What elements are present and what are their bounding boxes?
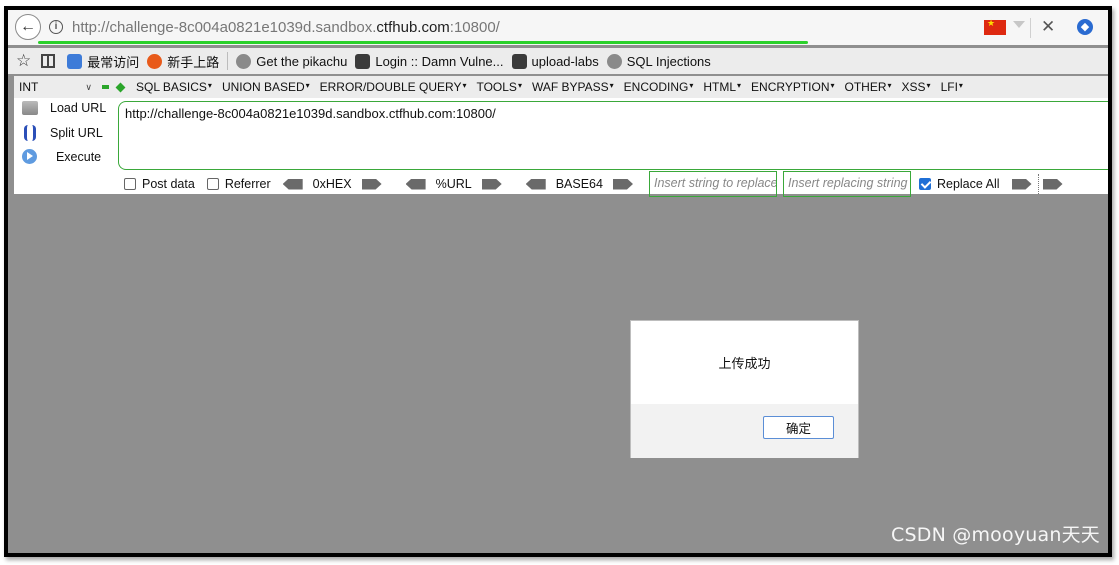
close-icon[interactable]: ✕ [1041, 17, 1055, 37]
checkbox-checked[interactable] [918, 178, 931, 190]
firefox-icon [147, 53, 163, 69]
browser-window: ← i http://challenge-8c004a0821e1039d.sa… [4, 6, 1112, 557]
replace-reverse-arrow-icon[interactable] [1042, 178, 1063, 190]
load-url-icon [22, 101, 38, 115]
load-url-button[interactable]: Load URL [22, 101, 106, 115]
menu-other[interactable]: OTHER▾ [845, 80, 892, 94]
bookmark-label: Login :: Damn Vulne... [375, 53, 504, 69]
extension-icon[interactable]: ◆ [1077, 19, 1093, 35]
url-encoding-label: %URL [435, 177, 472, 191]
library-icon[interactable] [41, 54, 56, 68]
china-flag-icon[interactable] [984, 18, 1006, 35]
encode-arrow-icon[interactable] [481, 178, 502, 190]
load-url-label: Load URL [50, 101, 107, 115]
divider [227, 52, 229, 70]
bookmark-getting-started[interactable]: 新手上路 [147, 52, 219, 71]
url-encoder: %URL [405, 177, 502, 191]
menu-error-double-query[interactable]: ERROR/DOUBLE QUERY▾ [320, 80, 467, 94]
replace-all-label: Replace All [936, 177, 1000, 191]
plus-icon[interactable] [115, 82, 126, 92]
hackbar-menu: INT ∨ SQL BASICS▾ UNION BASED▾ ERROR/DOUB… [14, 76, 1108, 98]
minus-icon[interactable] [102, 85, 109, 89]
info-icon[interactable]: i [49, 20, 63, 34]
hackbar-options: Post data Referrer 0xHEX %URL BASE64 Ins… [124, 171, 1063, 197]
star-icon[interactable]: ☆ [16, 51, 31, 71]
menu-html[interactable]: HTML▾ [703, 80, 741, 94]
referrer-checkbox[interactable]: Referrer [206, 177, 271, 191]
execute-icon [22, 149, 37, 164]
replace-arrow-icon[interactable] [1011, 178, 1032, 190]
bookmarks-bar: ☆ 最常访问 新手上路 Get the pikachu Login :: Dam… [8, 48, 1108, 74]
hex-encoder: 0xHEX [282, 177, 382, 191]
encode-arrow-icon[interactable] [361, 178, 382, 190]
chevron-down-icon: ∨ [85, 81, 92, 92]
post-data-checkbox[interactable]: Post data [124, 177, 195, 191]
decode-arrow-icon[interactable] [405, 178, 426, 190]
execute-label: Execute [55, 149, 102, 164]
split-url-label: Split URL [50, 126, 103, 140]
replace-string-input[interactable]: Insert string to replace [648, 171, 777, 197]
checkbox[interactable] [206, 178, 219, 190]
referrer-label: Referrer [224, 177, 271, 191]
url-path-text: http://challenge-8c004a0821e1039d.sandbo… [72, 19, 377, 36]
bookmark-sql-injections[interactable]: SQL Injections [606, 53, 711, 69]
globe-icon [236, 53, 252, 69]
url-port-text: :10800/ [449, 19, 500, 36]
hex-label: 0xHEX [312, 177, 352, 191]
menu-sql-basics[interactable]: SQL BASICS▾ [136, 80, 212, 94]
dialog-message: 上传成功 [718, 356, 771, 371]
bookmark-icon [67, 53, 83, 69]
watermark: CSDN @mooyuan天天 [891, 524, 1100, 546]
type-select[interactable]: INT ∨ [14, 78, 96, 96]
bookmark-label: SQL Injections [626, 53, 711, 69]
bookmark-label: 新手上路 [167, 54, 220, 70]
url-host-text: ctfhub.com [376, 19, 450, 36]
execute-button[interactable]: Execute [22, 149, 101, 164]
decode-arrow-icon[interactable] [525, 178, 546, 190]
post-data-label: Post data [142, 177, 195, 191]
type-select-value: INT [19, 80, 39, 94]
back-button[interactable]: ← [15, 14, 41, 40]
menu-lfi[interactable]: LFI▾ [941, 80, 963, 94]
url-textarea[interactable]: http://challenge-8c004a0821e1039d.sandbo… [118, 101, 1108, 170]
replace-all-checkbox[interactable]: Replace All [918, 177, 1000, 191]
menu-tools[interactable]: TOOLS▾ [476, 80, 521, 94]
dvwa-icon [355, 53, 371, 69]
dropdown-arrow-icon[interactable] [1013, 21, 1025, 28]
bookmark-most-visited[interactable]: 最常访问 [67, 52, 139, 71]
bookmark-label: upload-labs [531, 53, 599, 69]
menu-xss[interactable]: XSS▾ [902, 80, 931, 94]
bookmark-label: Get the pikachu [256, 53, 348, 69]
globe-icon [606, 53, 622, 69]
url-field[interactable]: http://challenge-8c004a0821e1039d.sandbo… [72, 19, 500, 36]
checkbox[interactable] [124, 178, 136, 190]
back-arrow-icon: ← [20, 18, 36, 35]
divider [1037, 174, 1039, 194]
decode-arrow-icon[interactable] [282, 178, 303, 190]
split-url-icon [24, 125, 36, 141]
menu-encoding[interactable]: ENCODING▾ [624, 80, 694, 94]
replacing-string-input[interactable]: Insert replacing string [782, 171, 911, 197]
bookmark-upload-labs[interactable]: upload-labs [511, 53, 599, 69]
base64-encoder: BASE64 [525, 177, 633, 191]
ok-button[interactable]: 确定 [763, 416, 834, 439]
bookmark-pikachu[interactable]: Get the pikachu [236, 53, 348, 69]
menu-encryption[interactable]: ENCRYPTION▾ [751, 80, 834, 94]
page-load-progress [38, 41, 808, 44]
menu-union-based[interactable]: UNION BASED▾ [222, 80, 310, 94]
folder-icon [511, 53, 527, 69]
base64-label: BASE64 [555, 177, 603, 191]
menu-waf-bypass[interactable]: WAF BYPASS▾ [532, 80, 614, 94]
address-bar: ← i http://challenge-8c004a0821e1039d.sa… [8, 10, 1108, 45]
alert-dialog: 上传成功 确定 [630, 320, 859, 458]
hackbar-panel: Load URL Split URL Execute http://challe… [14, 98, 1108, 197]
bookmark-label: 最常访问 [87, 54, 140, 70]
split-url-button[interactable]: Split URL [22, 125, 103, 141]
bookmark-dvwa[interactable]: Login :: Damn Vulne... [355, 53, 504, 69]
dialog-footer: 确定 [631, 404, 858, 458]
divider [1030, 18, 1031, 38]
encode-arrow-icon[interactable] [612, 178, 633, 190]
